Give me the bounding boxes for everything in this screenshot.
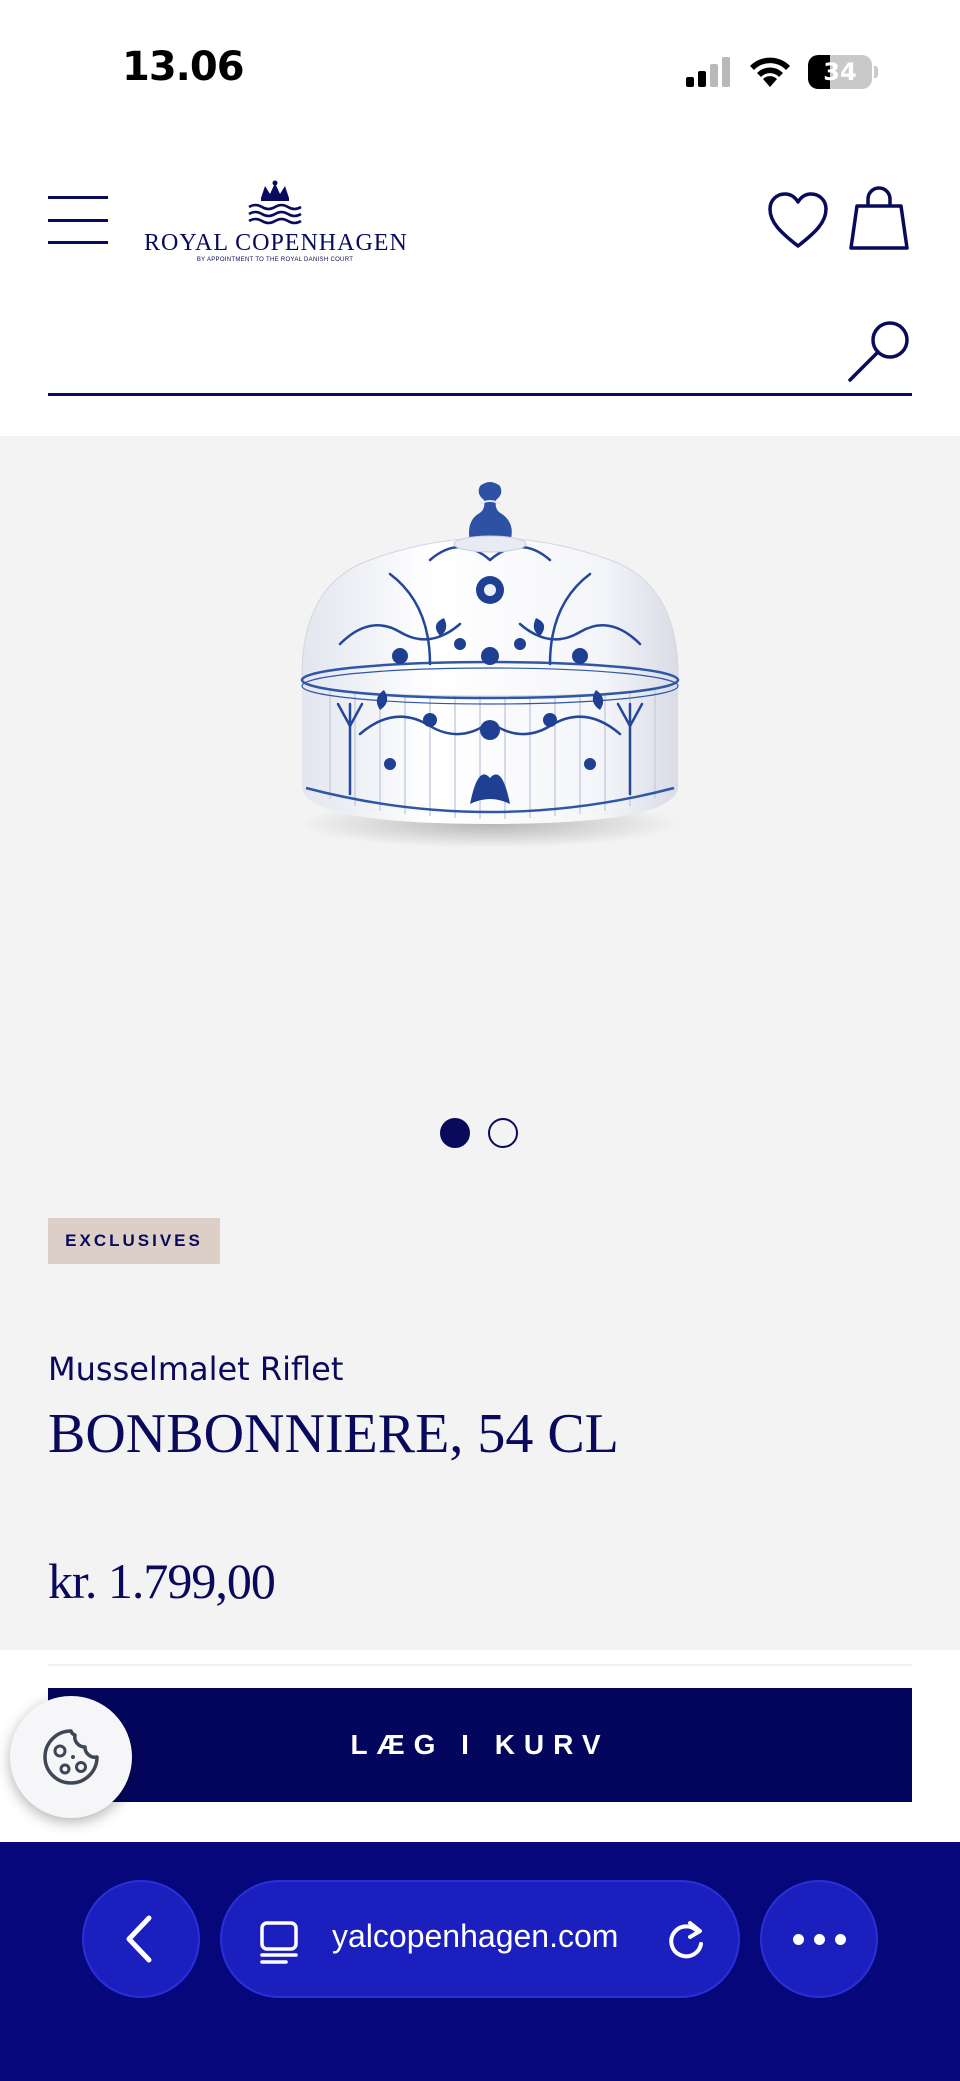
reload-icon[interactable]	[664, 1918, 708, 1962]
search-bar	[48, 316, 912, 396]
shopping-bag-icon	[849, 186, 909, 250]
search-input[interactable]	[48, 316, 828, 392]
more-dot	[834, 1933, 846, 1945]
carousel-dot[interactable]	[488, 1118, 518, 1148]
menu-button[interactable]	[48, 196, 108, 244]
crown-waves-icon	[248, 180, 302, 225]
search-icon[interactable]	[846, 318, 912, 384]
wishlist-button[interactable]	[766, 190, 830, 250]
more-dot	[813, 1933, 825, 1945]
battery-tip	[874, 66, 878, 78]
wifi-icon	[750, 57, 790, 87]
carousel-dot[interactable]	[440, 1118, 470, 1148]
brand-logo[interactable]: ROYAL COPENHAGEN BY APPOINTMENT TO THE R…	[144, 180, 408, 264]
more-dot	[792, 1933, 804, 1945]
site-header: ROYAL COPENHAGEN BY APPOINTMENT TO THE R…	[0, 140, 960, 436]
battery-icon: 34	[808, 55, 872, 89]
cart-button[interactable]	[848, 184, 910, 252]
heart-icon	[768, 192, 828, 248]
logo-tagline: BY APPOINTMENT TO THE ROYAL DANISH COURT	[196, 257, 354, 263]
product-price: kr. 1.799,00	[48, 1553, 276, 1609]
status-time: 13.06	[122, 44, 245, 90]
status-icons: 34	[686, 52, 878, 92]
menu-line	[48, 196, 108, 199]
cookie-settings-button[interactable]	[10, 1696, 132, 1818]
reader-mode-icon	[260, 1921, 298, 1964]
cellular-signal-icon	[686, 57, 730, 87]
product-image[interactable]	[280, 464, 700, 884]
address-url: yalcopenhagen.com	[332, 1918, 619, 1954]
carousel-dots	[440, 1118, 518, 1148]
logo-name: ROYAL COPENHAGEN	[144, 230, 408, 256]
browser-back-button[interactable]	[82, 1880, 200, 1998]
product-section: EXCLUSIVES Musselmalet Riflet BONBONNIER…	[0, 436, 960, 1650]
address-bar[interactable]: yalcopenhagen.com	[220, 1880, 740, 1998]
menu-line	[48, 241, 108, 244]
chevron-left-icon	[126, 1915, 152, 1963]
browser-more-button[interactable]	[760, 1880, 878, 1998]
add-to-cart-button[interactable]: LÆG I KURV	[48, 1688, 912, 1802]
browser-toolbar: yalcopenhagen.com	[0, 1842, 960, 2081]
status-bar: 13.06 34	[0, 0, 960, 140]
product-collection[interactable]: Musselmalet Riflet	[48, 1350, 343, 1388]
divider	[48, 1664, 912, 1666]
product-title: BONBONNIERE, 54 CL	[48, 1403, 619, 1465]
battery-level: 34	[823, 58, 857, 86]
menu-line	[48, 218, 108, 222]
exclusives-badge: EXCLUSIVES	[48, 1218, 220, 1264]
add-to-cart-bar: LÆG I KURV	[0, 1650, 960, 1842]
cookie-icon	[43, 1729, 99, 1785]
